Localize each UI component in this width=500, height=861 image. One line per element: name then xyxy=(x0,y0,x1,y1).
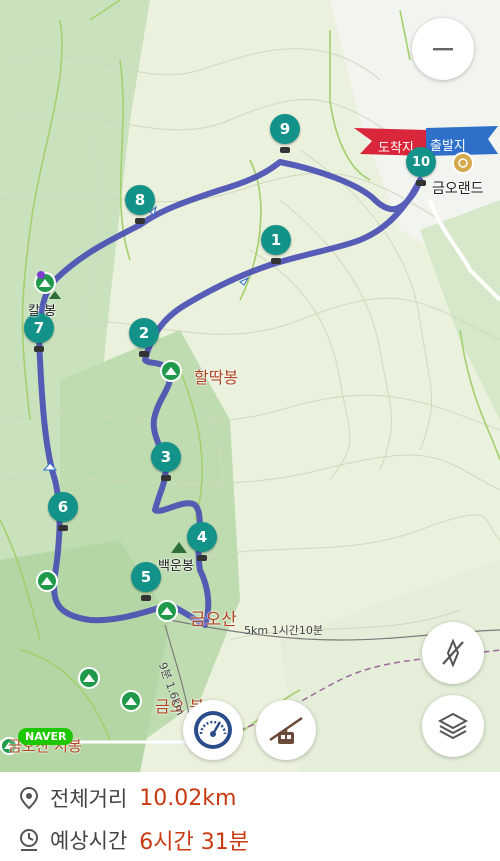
waypoint-marker[interactable]: 10 xyxy=(406,147,436,186)
zoom-out-button[interactable] xyxy=(412,18,474,80)
estimated-time-row: 예상시간 6시간 31분 xyxy=(18,822,249,858)
mountain-icon xyxy=(160,360,182,382)
naver-logo: NAVER xyxy=(18,728,74,745)
waypoint-marker[interactable]: 8 xyxy=(125,185,155,224)
mountain-icon xyxy=(120,690,142,712)
place-label-baegunbong: 백운봉 xyxy=(158,559,194,574)
peak-triangle-icon xyxy=(171,542,187,553)
map-view[interactable]: 도착지 출발지 1 2 3 4 5 6 7 8 9 10 금오랜드 할딱봉 백운… xyxy=(0,0,500,772)
compass-off-icon xyxy=(442,638,464,668)
total-distance-row: 전체거리 10.02km xyxy=(18,780,236,816)
mountain-icon xyxy=(36,570,58,592)
trail-distance-label: 5km 1시간10분 xyxy=(244,624,323,637)
speedometer-icon xyxy=(194,711,232,749)
cable-car-icon xyxy=(269,716,303,744)
waypoint-marker[interactable]: 2 xyxy=(129,318,159,357)
estimated-time-value: 6시간 31분 xyxy=(139,830,249,855)
place-label-peak7: 칼 봉 xyxy=(28,304,57,319)
summit-flag-icon xyxy=(37,271,45,279)
total-distance-value: 10.02km xyxy=(139,785,237,811)
speedometer-button[interactable] xyxy=(183,700,243,760)
estimated-time-label: 예상시간 xyxy=(50,829,128,853)
place-label-geumoland: 금오랜드 xyxy=(432,181,484,197)
hiker-time-icon xyxy=(20,829,38,851)
layers-icon xyxy=(437,712,469,740)
minus-icon xyxy=(433,48,453,51)
waypoint-marker[interactable]: 9 xyxy=(270,114,300,153)
waypoint-marker[interactable]: 4 xyxy=(187,522,217,561)
compass-button[interactable] xyxy=(422,622,484,684)
peak-triangle-icon xyxy=(49,291,61,299)
mountain-icon xyxy=(78,667,100,689)
total-distance-label: 전체거리 xyxy=(50,787,128,811)
place-label-geumosan: 금오산 xyxy=(190,610,237,630)
waypoint-marker[interactable]: 6 xyxy=(48,492,78,531)
place-label-halttakbong: 할딱봉 xyxy=(194,368,239,387)
location-pin-icon xyxy=(19,786,39,810)
mountain-icon xyxy=(156,600,178,622)
waypoint-marker[interactable]: 5 xyxy=(131,562,161,601)
waypoint-marker[interactable]: 3 xyxy=(151,442,181,481)
route-summary-panel: 전체거리 10.02km 예상시간 6시간 31분 xyxy=(0,772,500,861)
amusement-park-icon xyxy=(452,152,474,174)
cable-car-button[interactable] xyxy=(256,700,316,760)
waypoint-marker[interactable]: 1 xyxy=(261,225,291,264)
layers-button[interactable] xyxy=(422,695,484,757)
